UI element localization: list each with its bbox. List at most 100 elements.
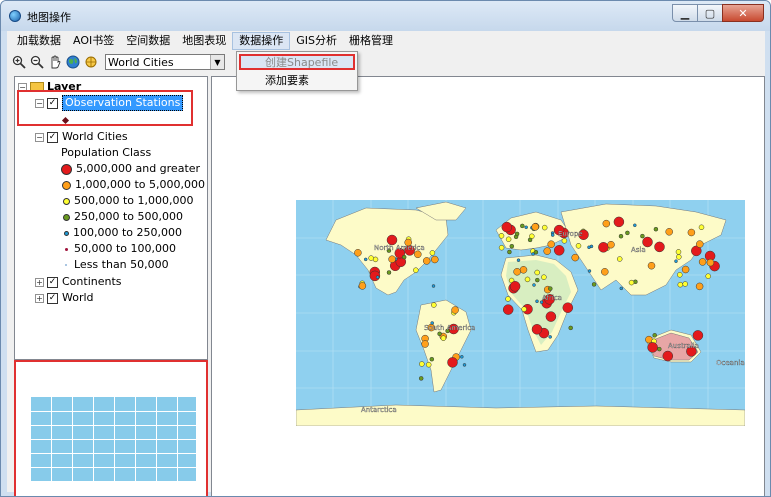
city-point xyxy=(498,244,505,251)
title-bar[interactable]: 地图操作 ▁ ▢ ✕ xyxy=(1,1,770,31)
toc-layer-world-cities[interactable]: − ✓ World Cities xyxy=(35,130,128,144)
city-point xyxy=(535,277,540,283)
map-display[interactable]: North America Europe Asia Africa South A… xyxy=(211,76,765,496)
city-point xyxy=(521,306,527,312)
city-point xyxy=(462,363,467,367)
legend-label: 500,000 to 1,000,000 xyxy=(74,194,194,207)
city-point xyxy=(509,243,515,249)
city-point xyxy=(613,216,625,228)
green-circle-icon xyxy=(63,213,70,221)
overview-map-panel[interactable] xyxy=(14,360,208,496)
full-extent-icon[interactable] xyxy=(65,54,81,70)
city-point xyxy=(676,254,682,260)
city-point xyxy=(591,282,597,287)
overview-extent-grid xyxy=(31,397,196,481)
expand-icon[interactable]: + xyxy=(35,277,44,287)
legend-label: 100,000 to 250,000 xyxy=(73,226,183,239)
legend-label: Less than 50,000 xyxy=(74,258,169,271)
city-point xyxy=(388,255,396,263)
city-point xyxy=(547,240,555,248)
city-point xyxy=(696,240,704,248)
city-point xyxy=(524,276,531,283)
city-point xyxy=(625,230,630,236)
layer-checkbox[interactable]: ✓ xyxy=(47,131,58,143)
city-point xyxy=(705,273,711,279)
city-point xyxy=(531,252,535,256)
city-point xyxy=(587,269,592,273)
layer-select-value: World Cities xyxy=(108,55,174,69)
zoom-out-icon[interactable] xyxy=(29,54,45,70)
city-point xyxy=(553,245,565,256)
window-title: 地图操作 xyxy=(27,11,71,24)
yellow-circle-icon xyxy=(63,197,70,205)
menu-map-display[interactable]: 地图表现 xyxy=(176,32,232,50)
city-point xyxy=(602,219,611,228)
city-point xyxy=(527,237,533,243)
city-point xyxy=(589,244,594,249)
map-label-north-america: North America xyxy=(374,244,425,252)
toc-panel: − Layer − ✓ Observation Stations − ✓ Wor… xyxy=(14,76,208,360)
city-point xyxy=(401,254,407,260)
city-point xyxy=(571,253,579,262)
expand-icon[interactable]: + xyxy=(35,293,44,303)
legend-item: Less than 50,000 xyxy=(65,258,169,272)
city-point xyxy=(645,335,653,344)
city-point xyxy=(505,236,512,243)
layer-checkbox[interactable]: ✓ xyxy=(47,276,58,288)
city-point xyxy=(422,257,431,265)
layer-checkbox[interactable]: ✓ xyxy=(47,292,58,304)
app-globe-icon xyxy=(9,10,21,22)
city-point xyxy=(507,249,512,255)
toc-layer-continents[interactable]: + ✓ Continents xyxy=(35,275,122,289)
minimize-button[interactable]: ▁ xyxy=(672,4,698,22)
map-label-asia: Asia xyxy=(631,246,646,254)
world-map[interactable]: North America Europe Asia Africa South A… xyxy=(296,200,745,426)
collapse-icon[interactable]: − xyxy=(35,132,44,142)
city-point xyxy=(502,304,514,315)
close-button[interactable]: ✕ xyxy=(722,4,764,22)
city-point xyxy=(429,250,436,256)
maximize-icon: ▢ xyxy=(704,6,716,20)
menu-spatial-data[interactable]: 空间数据 xyxy=(120,32,176,50)
city-point xyxy=(561,238,568,244)
orange-circle-icon xyxy=(62,180,71,190)
city-point xyxy=(520,223,525,229)
menu-bar: 加载数据 AOI书签 空间数据 地图表现 数据操作 GIS分析 栅格管理 xyxy=(7,31,765,51)
city-point xyxy=(706,258,715,267)
pan-icon[interactable] xyxy=(47,54,63,70)
menu-aoi-bookmark[interactable]: AOI书签 xyxy=(67,32,120,50)
menu-gis-analysis[interactable]: GIS分析 xyxy=(290,32,343,50)
city-point xyxy=(501,221,513,233)
city-point xyxy=(633,223,637,228)
city-point xyxy=(568,325,573,331)
toc-layer-world[interactable]: + ✓ World xyxy=(35,291,94,305)
dropdown-item-create-shapefile[interactable]: 创建Shapefile xyxy=(237,54,357,71)
layer-select[interactable]: World Cities ▼ xyxy=(105,54,225,70)
menu-raster-management[interactable]: 栅格管理 xyxy=(343,32,399,50)
legend-label: 1,000,000 to 5,000,000 xyxy=(75,178,206,191)
chevron-down-icon[interactable]: ▼ xyxy=(210,55,224,69)
menu-data-operation[interactable]: 数据操作 xyxy=(232,32,291,50)
city-point xyxy=(681,265,690,274)
city-point xyxy=(447,357,458,368)
maximize-button[interactable]: ▢ xyxy=(697,4,723,22)
window-controls: ▁ ▢ ✕ xyxy=(672,4,764,24)
zoom-in-icon[interactable] xyxy=(11,54,27,70)
menu-load-data[interactable]: 加载数据 xyxy=(11,32,67,50)
city-point xyxy=(653,226,659,232)
grid-line xyxy=(31,425,196,426)
grid-line xyxy=(31,453,196,454)
legend-item: 1,000,000 to 5,000,000 xyxy=(62,178,205,192)
city-point xyxy=(524,225,528,230)
dropdown-item-add-feature[interactable]: 添加要素 xyxy=(237,72,357,89)
grid-line xyxy=(31,467,196,468)
city-point xyxy=(652,333,657,338)
city-point xyxy=(543,247,551,255)
city-point xyxy=(548,286,553,291)
layer-icon xyxy=(83,54,99,70)
city-point xyxy=(421,340,429,348)
map-label-australia: Australia xyxy=(668,342,699,350)
city-point xyxy=(534,269,540,276)
city-point xyxy=(358,282,367,290)
map-label-oceania: Oceania xyxy=(716,359,745,367)
